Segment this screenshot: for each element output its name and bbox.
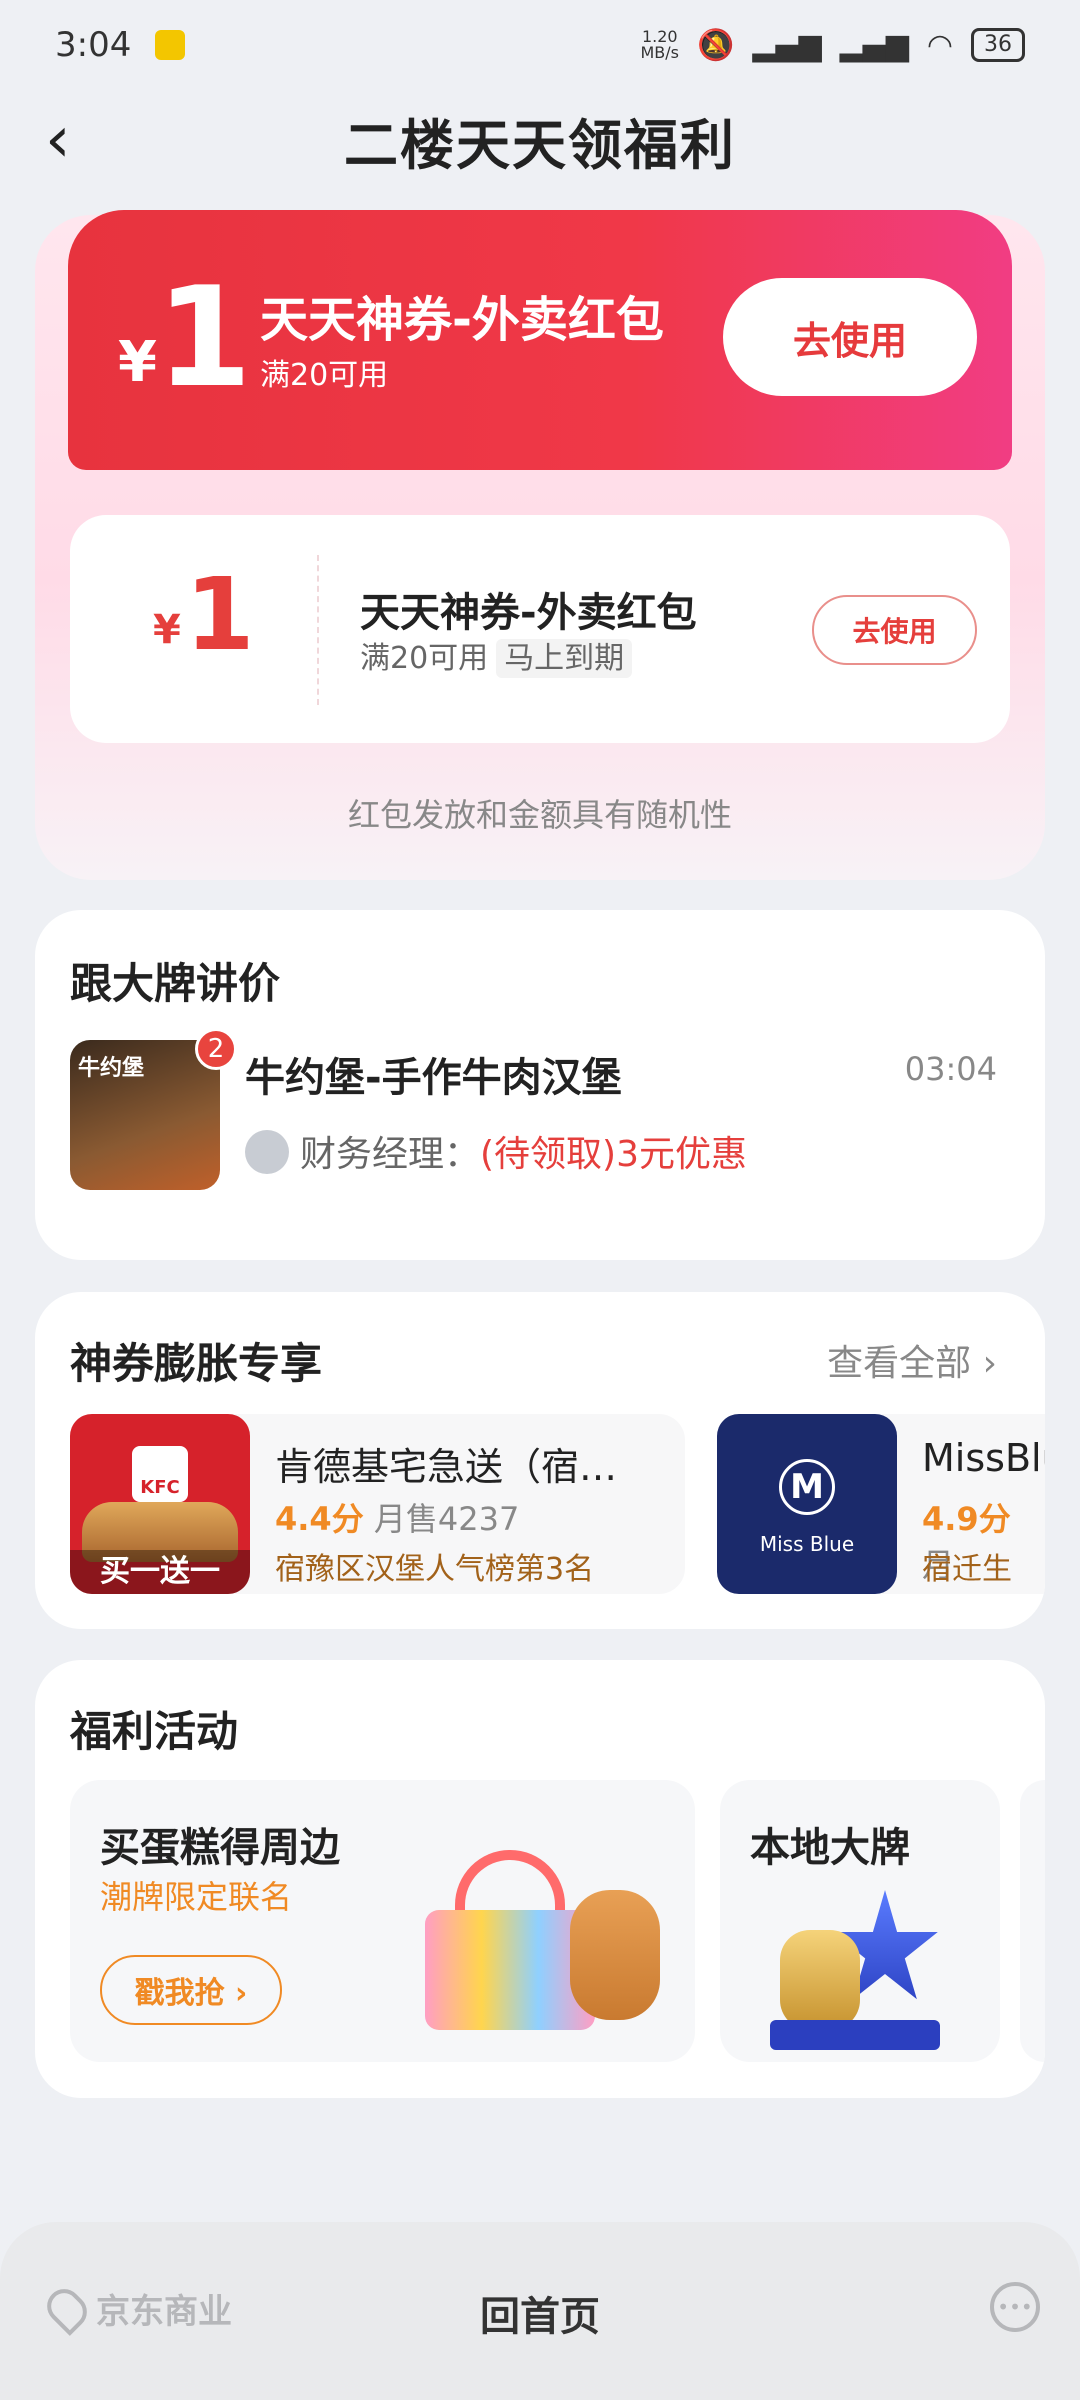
rainbow-icon bbox=[455, 1850, 565, 1910]
coupon-amount: 1 bbox=[185, 556, 255, 673]
shop-name: MissBlu bbox=[922, 1436, 1045, 1480]
shop-name: 牛约堡-手作牛肉汉堡 bbox=[245, 1055, 622, 1101]
use-coupon-button[interactable]: 去使用 bbox=[723, 278, 977, 396]
section-title: 福利活动 bbox=[70, 1707, 239, 1756]
bottom-bar: 京东商业 回首页 ••• bbox=[0, 2222, 1080, 2400]
battery-icon: 36 bbox=[971, 28, 1025, 62]
coupon-name: 天天神券-外卖红包 bbox=[360, 590, 697, 636]
coupon-name: 天天神券-外卖红包 bbox=[260, 292, 664, 348]
kfc-logo-image: KFC 买一送一 bbox=[70, 1414, 250, 1594]
trophy-base bbox=[770, 2020, 940, 2050]
missblue-logo-text: Miss Blue bbox=[759, 1532, 855, 1556]
message-preview: 财务经理：(待领取)3元优惠 bbox=[300, 1125, 747, 1177]
missblue-logo-image: M Miss Blue bbox=[717, 1414, 897, 1594]
activity-title: 买蛋糕得周边 bbox=[100, 1825, 340, 1871]
signal-icon-2: ▂▄▆ bbox=[839, 27, 909, 63]
coupon-currency: ¥ bbox=[118, 330, 157, 395]
use-coupon-button-2[interactable]: 去使用 bbox=[812, 595, 977, 665]
chevron-left-icon[interactable]: ‹ bbox=[45, 108, 71, 172]
network-speed: 1.20 MB/s bbox=[640, 27, 680, 62]
promo-label: 买一送一 bbox=[70, 1550, 250, 1594]
shop-rating-row: 4.4分 月售4237 bbox=[275, 1494, 519, 1540]
status-time: 3:04 bbox=[55, 25, 132, 65]
back-home-button[interactable]: 回首页 bbox=[480, 2294, 600, 2340]
activity-title: 本地大牌 bbox=[750, 1825, 910, 1871]
top-coupon-card[interactable]: ¥ 1 天天神券-外卖红包 满20可用 去使用 bbox=[68, 210, 1012, 470]
offer-highlight: (待领取)3元优惠 bbox=[480, 1134, 748, 1175]
shop-item-missblue[interactable]: M Miss Blue MissBlu 4.9分 月 宿迁生 bbox=[717, 1414, 1045, 1594]
chat-icon[interactable]: ••• bbox=[990, 2282, 1040, 2332]
bear-illustration bbox=[570, 1890, 660, 2020]
notification-app-icon bbox=[155, 30, 186, 60]
shop-name: 肯德基宅急送（宿… bbox=[275, 1445, 618, 1489]
coupon-shops-card: 神券膨胀专享 查看全部 › KFC 买一送一 肯德基宅急送（宿… 4.4分 月售… bbox=[35, 1292, 1045, 1629]
sender-label: 财务经理： bbox=[300, 1134, 481, 1175]
second-coupon-card[interactable]: ¥ 1 天天神券-外卖红包 满20可用 马上到期 去使用 bbox=[70, 515, 1010, 743]
coupon-divider bbox=[317, 555, 319, 705]
expiring-tag: 马上到期 bbox=[496, 639, 633, 678]
coupon-note: 红包发放和金额具有随机性 bbox=[347, 796, 732, 834]
shop-rank: 宿迁生 bbox=[922, 1552, 1012, 1587]
coupon-condition-row: 满20可用 马上到期 bbox=[360, 633, 633, 678]
activity-card-partial[interactable] bbox=[1020, 1780, 1045, 2062]
activity-local-brand-card[interactable]: 本地大牌 bbox=[720, 1780, 1000, 2062]
signal-icon: ▂▄▆ bbox=[752, 27, 822, 63]
mute-bell-icon: 🔕 bbox=[697, 27, 735, 63]
section-title: 神券膨胀专享 bbox=[70, 1339, 323, 1388]
shop-item-kfc[interactable]: KFC 买一送一 肯德基宅急送（宿… 4.4分 月售4237 宿豫区汉堡人气榜第… bbox=[70, 1414, 685, 1594]
coupon-condition: 满20可用 bbox=[260, 358, 389, 393]
shop-rank: 宿豫区汉堡人气榜第3名 bbox=[275, 1552, 595, 1587]
coupon-condition: 满20可用 bbox=[360, 641, 489, 676]
gold-figure-icon bbox=[780, 1930, 860, 2030]
see-all-link[interactable]: 查看全部 › bbox=[827, 1334, 997, 1386]
kfc-logo: KFC bbox=[132, 1446, 188, 1502]
jd-business-label: 京东商业 bbox=[96, 2292, 232, 2332]
jd-business-link[interactable]: 京东商业 bbox=[40, 2281, 232, 2336]
shop-rating: 4.4分 bbox=[275, 1500, 364, 1538]
missblue-logo: M bbox=[779, 1459, 835, 1515]
wifi-icon: ◠ bbox=[926, 27, 953, 63]
avatar bbox=[245, 1130, 289, 1174]
coupon-currency: ¥ bbox=[153, 607, 181, 653]
shop-image-label: 牛约堡 bbox=[78, 1056, 145, 1081]
page-title: 二楼天天领福利 bbox=[344, 113, 736, 177]
page-header: ‹ 二楼天天领福利 bbox=[0, 90, 1080, 190]
status-bar: 3:04 1.20 MB/s 🔕 ▂▄▆ ▂▄▆ ◠ 36 bbox=[0, 0, 1080, 90]
unread-badge: 2 bbox=[195, 1028, 237, 1070]
activities-card: 福利活动 买蛋糕得周边 潮牌限定联名 戳我抢 › 本地大牌 bbox=[35, 1660, 1045, 2098]
trophy-illustration bbox=[770, 1890, 940, 2050]
location-pin-icon bbox=[40, 2281, 94, 2336]
shop-rating: 4.9分 bbox=[922, 1500, 1011, 1538]
shop-sales: 月售4237 bbox=[373, 1500, 520, 1538]
grab-button[interactable]: 戳我抢 › bbox=[100, 1955, 282, 2025]
burger-shop-image: 牛约堡 bbox=[70, 1040, 220, 1190]
activity-cake-card[interactable]: 买蛋糕得周边 潮牌限定联名 戳我抢 › bbox=[70, 1780, 695, 2062]
section-title: 跟大牌讲价 bbox=[70, 959, 281, 1008]
brand-bargain-card: 跟大牌讲价 牛约堡 2 牛约堡-手作牛肉汉堡 03:04 财务经理：(待领取)3… bbox=[35, 910, 1045, 1260]
message-time: 03:04 bbox=[904, 1050, 997, 1088]
activity-subtitle: 潮牌限定联名 bbox=[100, 1878, 293, 1916]
coupon-amount: 1 bbox=[156, 257, 253, 418]
